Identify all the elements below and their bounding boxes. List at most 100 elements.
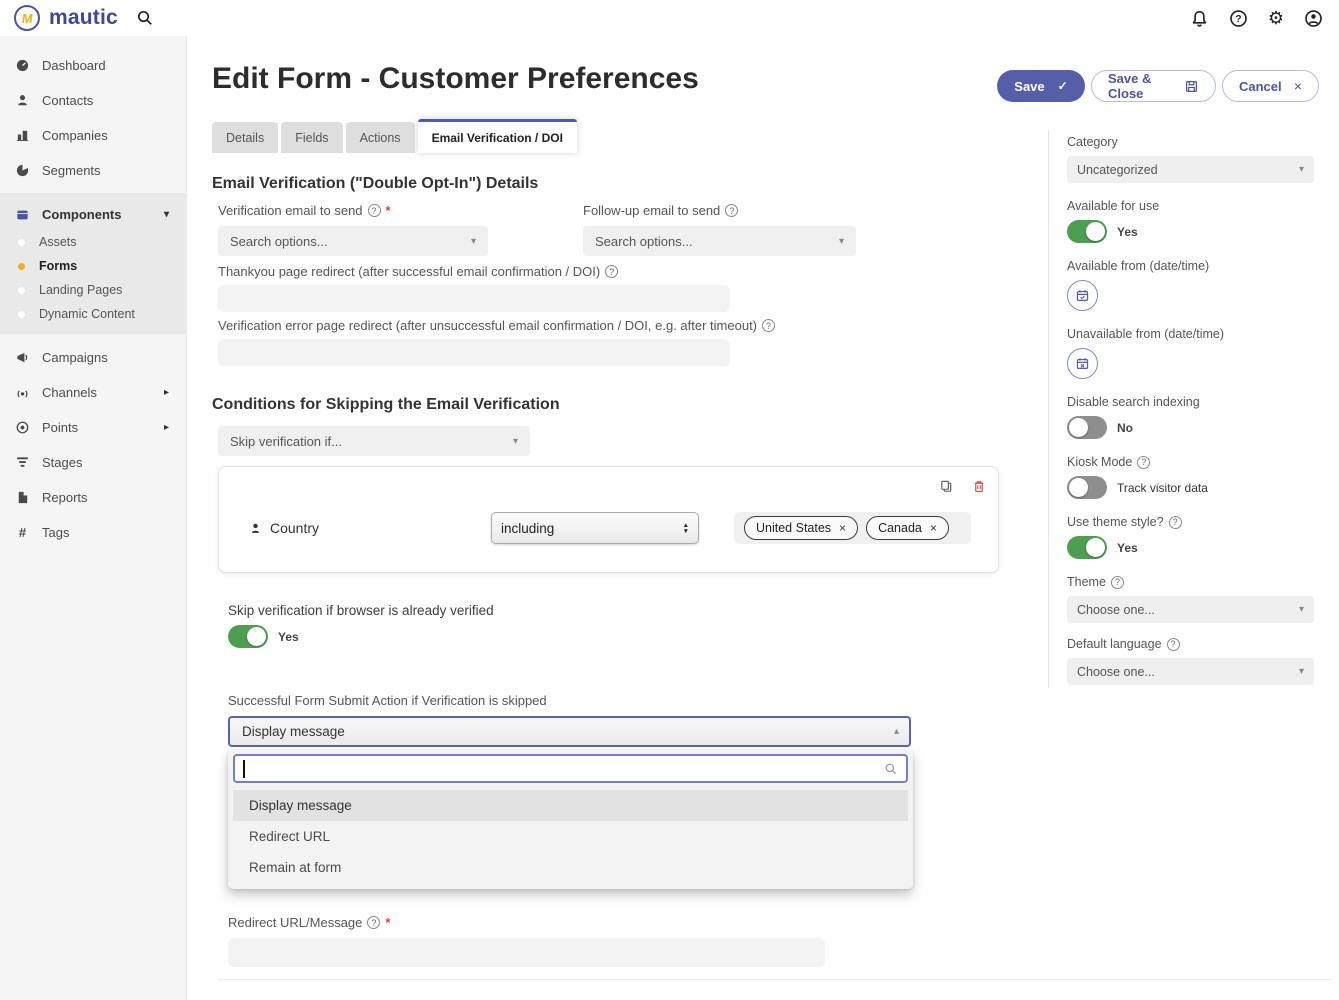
check-icon: ✓ — [1058, 79, 1068, 93]
companies-icon — [15, 128, 30, 143]
tag-canada[interactable]: Canada × — [866, 516, 949, 540]
notifications-bell-icon[interactable] — [1190, 9, 1209, 28]
tag-united-states[interactable]: United States × — [744, 516, 858, 540]
help-tooltip-icon: ? — [367, 916, 380, 929]
option-display-message[interactable]: Display message — [233, 790, 908, 821]
mautic-logo-icon: M — [14, 5, 40, 31]
skip-verification-select[interactable]: Skip verification if... ▾ — [218, 426, 530, 456]
settings-sidebar: Category Uncategorized ▾ Available for u… — [1067, 130, 1314, 685]
kiosk-mode-label: Kiosk Mode ? — [1067, 455, 1314, 469]
account-user-icon[interactable] — [1304, 9, 1323, 28]
close-icon: × — [1294, 78, 1302, 94]
sidebar-item-segments[interactable]: Segments — [0, 153, 186, 188]
remove-tag-icon[interactable]: × — [930, 521, 937, 535]
sidebar-item-assets[interactable]: Assets — [0, 230, 186, 254]
duplicate-icon[interactable] — [939, 479, 954, 494]
required-asterisk: * — [385, 915, 390, 930]
submit-action-select[interactable]: Display message ▴ — [228, 716, 911, 747]
submit-action-dropdown: Display message Redirect URL Remain at f… — [228, 750, 913, 889]
sidebar-item-label: Dynamic Content — [39, 307, 135, 321]
tab-actions[interactable]: Actions — [346, 122, 415, 153]
toggle-state-label: Track visitor data — [1117, 481, 1208, 495]
contact-field-icon — [249, 522, 262, 535]
calendar-x-icon — [1075, 356, 1090, 371]
disable-search-indexing-label: Disable search indexing — [1067, 395, 1314, 409]
active-bullet-icon — [18, 263, 25, 270]
sidebar-item-label: Reports — [42, 490, 88, 505]
settings-gear-icon[interactable]: ⚙ — [1268, 9, 1284, 27]
sidebar-item-landing-pages[interactable]: Landing Pages — [0, 278, 186, 302]
caret-down-icon: ▾ — [839, 236, 844, 247]
search-icon[interactable] — [136, 9, 154, 27]
sidebar-item-label: Segments — [42, 163, 101, 178]
dropdown-search-box[interactable] — [233, 754, 908, 783]
followup-email-select[interactable]: Search options... ▾ — [583, 226, 856, 256]
brand-name: mautic — [49, 6, 118, 30]
sidebar-item-companies[interactable]: Companies — [0, 118, 186, 153]
help-tooltip-icon: ? — [605, 265, 618, 278]
kiosk-mode-toggle[interactable] — [1067, 476, 1107, 499]
sidebar-item-channels[interactable]: Channels ▸ — [0, 375, 186, 410]
header-actions: Save ✓ Save & Close Cancel × — [997, 70, 1319, 102]
toggle-state-label: No — [1117, 421, 1133, 435]
cancel-button[interactable]: Cancel × — [1222, 70, 1319, 102]
sidebar-item-label: Channels — [42, 385, 97, 400]
save-button-label: Save — [1014, 79, 1044, 94]
default-language-select[interactable]: Choose one... ▾ — [1067, 658, 1314, 685]
sidebar-item-dashboard[interactable]: Dashboard — [0, 48, 186, 83]
theme-select[interactable]: Choose one... ▾ — [1067, 596, 1314, 623]
verification-email-select[interactable]: Search options... ▾ — [218, 226, 488, 256]
help-tooltip-icon: ? — [725, 204, 738, 217]
sidebar-item-points[interactable]: Points ▸ — [0, 410, 186, 445]
tab-email-verification-doi[interactable]: Email Verification / DOI — [418, 119, 577, 153]
disable-search-indexing-toggle[interactable] — [1067, 416, 1107, 439]
thankyou-redirect-input[interactable] — [218, 285, 730, 312]
sidebar-item-dynamic-content[interactable]: Dynamic Content — [0, 302, 186, 326]
dropdown-search-input[interactable] — [245, 756, 884, 781]
sidebar-item-reports[interactable]: Reports — [0, 480, 186, 515]
sidebar-item-campaigns[interactable]: Campaigns — [0, 340, 186, 375]
option-redirect-url[interactable]: Redirect URL — [233, 821, 908, 852]
delete-trash-icon[interactable] — [972, 479, 986, 494]
remove-tag-icon[interactable]: × — [839, 521, 846, 535]
condition-operator-select[interactable]: including ▲▼ — [491, 512, 699, 544]
sidebar-item-label: Points — [42, 420, 78, 435]
error-redirect-input[interactable] — [218, 339, 730, 366]
save-and-close-button[interactable]: Save & Close — [1091, 70, 1216, 102]
redirect-url-message-input[interactable] — [228, 938, 825, 967]
browser-verified-toggle[interactable] — [228, 625, 268, 648]
brand[interactable]: M mautic — [14, 5, 154, 31]
components-icon — [15, 207, 30, 222]
help-tooltip-icon: ? — [1111, 576, 1124, 589]
caret-down-icon: ▾ — [1299, 666, 1304, 677]
option-remain-at-form[interactable]: Remain at form — [233, 852, 908, 883]
available-from-datepicker-button[interactable] — [1067, 280, 1098, 311]
unavailable-from-datepicker-button[interactable] — [1067, 348, 1098, 379]
tab-details[interactable]: Details — [212, 122, 278, 153]
save-button[interactable]: Save ✓ — [997, 70, 1085, 102]
page: M mautic ? ⚙ Dashboard C — [0, 0, 1339, 1000]
sidebar-item-forms[interactable]: Forms — [0, 254, 186, 278]
sidebar-item-components[interactable]: Components ▾ — [0, 198, 186, 230]
dropdown-options: Display message Redirect URL Remain at f… — [233, 790, 908, 883]
sidebar-item-stages[interactable]: Stages — [0, 445, 186, 480]
use-theme-style-toggle[interactable] — [1067, 536, 1107, 559]
sidebar-item-tags[interactable]: # Tags — [0, 515, 186, 550]
sidebar-item-label: Stages — [42, 455, 82, 470]
sidebar-item-label: Assets — [39, 235, 77, 249]
sidebar-item-contacts[interactable]: Contacts — [0, 83, 186, 118]
bullet-icon — [18, 311, 25, 318]
verification-email-label: Verification email to send ? * — [218, 203, 488, 218]
sidebar-item-label: Companies — [42, 128, 108, 143]
category-select[interactable]: Uncategorized ▾ — [1067, 156, 1314, 183]
cancel-label: Cancel — [1239, 79, 1282, 94]
channels-icon — [15, 385, 30, 400]
condition-values-box[interactable]: United States × Canada × — [734, 512, 971, 544]
use-theme-style-label: Use theme style? ? — [1067, 515, 1314, 529]
submit-action-label: Successful Form Submit Action if Verific… — [228, 693, 1339, 708]
bullet-icon — [18, 287, 25, 294]
dashboard-icon — [15, 58, 30, 73]
available-for-use-toggle[interactable] — [1067, 220, 1107, 243]
tab-fields[interactable]: Fields — [281, 122, 342, 153]
help-icon[interactable]: ? — [1229, 9, 1248, 28]
